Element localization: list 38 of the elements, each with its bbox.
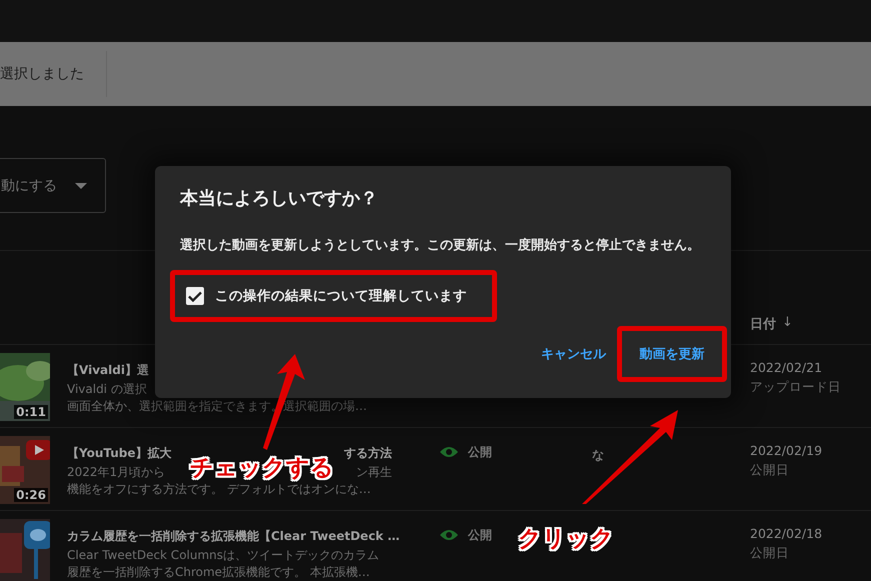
dialog-button[interactable]: キャンセル xyxy=(537,339,610,369)
video-description: 画面全体か、選択範囲を指定できます。選択範囲の場… xyxy=(67,398,367,415)
checkbox[interactable] xyxy=(186,287,204,305)
dialog-title: 本当によろしいですか？ xyxy=(180,187,379,210)
date-label: 公開日 xyxy=(750,545,790,562)
video-description: 履歴を一括削除するChrome拡張機能です。 本拡張機… xyxy=(67,564,370,581)
annotation-text: クリック xyxy=(518,525,614,554)
caret-icon xyxy=(75,182,87,188)
video-description: 機能をオフにする方法です。 デフォルトではオンにな… xyxy=(67,481,371,498)
video-description: 2022年1月頃から xyxy=(67,464,166,481)
date-text: 2022/02/18 xyxy=(750,526,824,541)
check-icon xyxy=(188,290,202,302)
video-title[interactable]: する方法 xyxy=(344,444,392,462)
video-description: ン再生 xyxy=(356,464,392,481)
dropdown[interactable]: 動にする xyxy=(0,158,106,213)
date-label: アップロード日 xyxy=(750,379,842,396)
video-description: Vivaldi の選択 xyxy=(67,381,147,398)
video-description: Clear TweetDeck Columnsは、ツイートデックのカラム xyxy=(67,547,380,564)
sort-arrow[interactable]: ↓ xyxy=(782,315,793,333)
table-cell: な xyxy=(592,448,604,462)
date-text: 2022/02/19 xyxy=(750,443,824,458)
eye-icon xyxy=(440,446,458,458)
visibility-label: 公開 xyxy=(468,526,492,544)
dialog-message: 選択した動画を更新しようとしています。この更新は、一度開始すると停止できません。 xyxy=(180,236,701,255)
column-header[interactable]: 日付 xyxy=(750,315,776,333)
dialog-button[interactable]: 動画を更新 xyxy=(636,339,708,369)
selection-text: 選択しました xyxy=(0,51,107,97)
eye-icon xyxy=(440,529,458,541)
video-title[interactable]: カラム履歴を一括削除する拡張機能【Clear TweetDeck … xyxy=(67,527,400,545)
date-text: 2022/02/21 xyxy=(750,360,824,375)
video-title[interactable]: 【Vivaldi】選 xyxy=(67,361,149,379)
visibility-label: 公開 xyxy=(468,444,492,460)
video-title[interactable]: 【YouTube】拡大 xyxy=(67,444,172,462)
duration-badge: 0:26 xyxy=(14,488,48,502)
date-label: 公開日 xyxy=(750,462,790,479)
duration-badge: 0:11 xyxy=(14,405,48,419)
checkbox-label[interactable]: この操作の結果について理解しています xyxy=(215,287,467,305)
annotation-text: チェックする xyxy=(190,454,334,483)
